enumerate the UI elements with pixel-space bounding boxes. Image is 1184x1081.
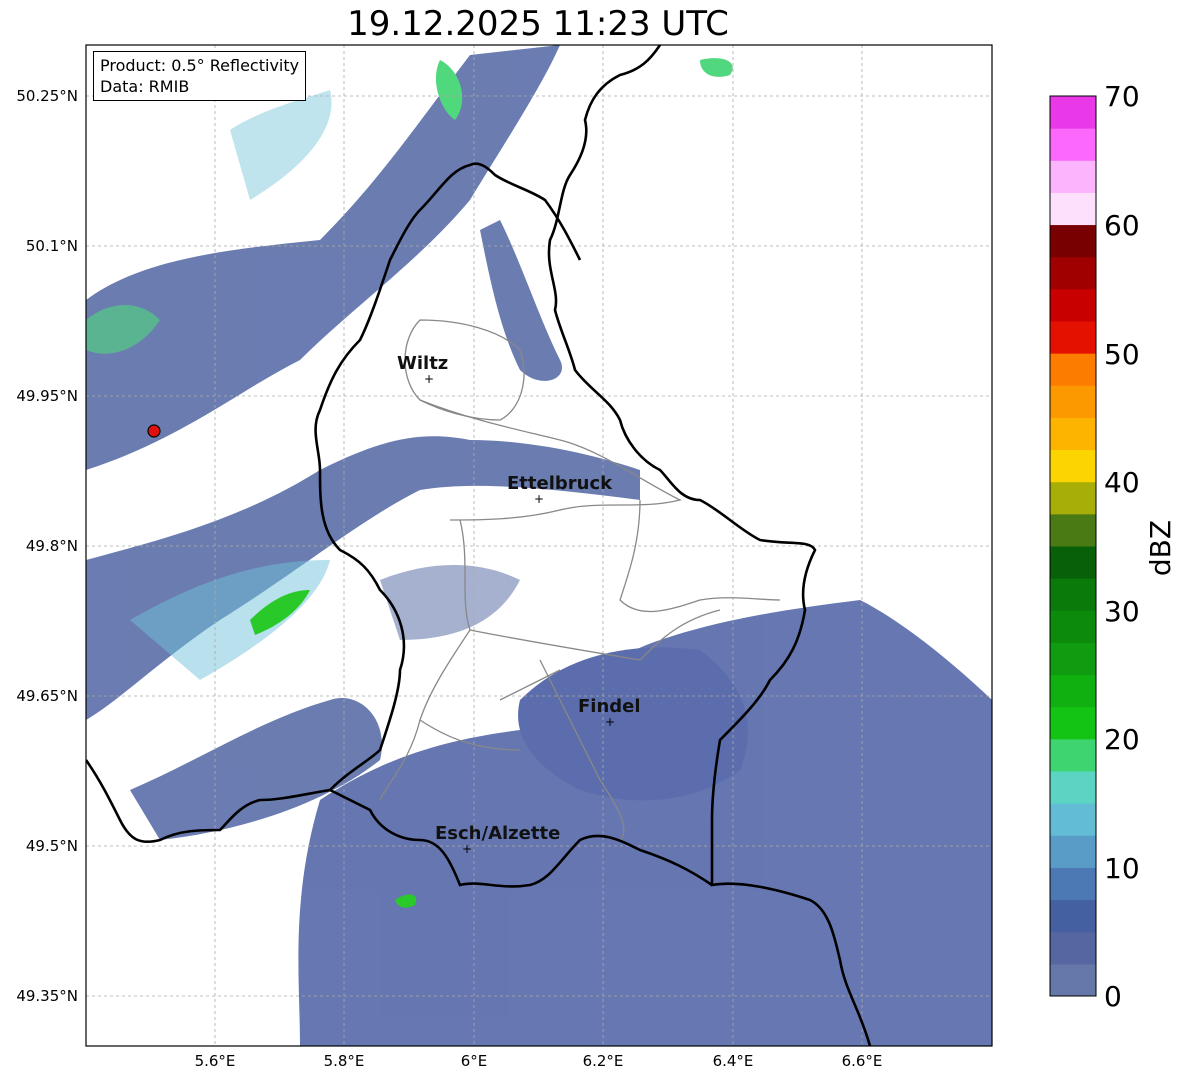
colorbar-tick-label: 0 bbox=[1104, 980, 1122, 1013]
colorbar-segment bbox=[1050, 835, 1096, 868]
colorbar: 0 10 20 30 40 50 60 70 dBZ bbox=[1049, 80, 1177, 1013]
colorbar-segment bbox=[1050, 738, 1096, 772]
colorbar-segment bbox=[1050, 96, 1096, 129]
colorbar-tick-label: 20 bbox=[1104, 723, 1140, 756]
colorbar-segment bbox=[1050, 128, 1096, 161]
colorbar-tick-label: 30 bbox=[1104, 595, 1140, 628]
colorbar-segment bbox=[1050, 546, 1096, 579]
colorbar-segment bbox=[1050, 642, 1096, 676]
colorbar-segment bbox=[1050, 224, 1096, 258]
colorbar-segment bbox=[1050, 803, 1096, 836]
colorbar-segment bbox=[1050, 385, 1096, 418]
colorbar-segment bbox=[1050, 513, 1096, 547]
colorbar-segments bbox=[1050, 96, 1096, 997]
colorbar-segment bbox=[1050, 288, 1096, 322]
colorbar-unit-label: dBZ bbox=[1144, 520, 1177, 576]
colorbar-segment bbox=[1050, 899, 1096, 933]
colorbar-segment bbox=[1050, 771, 1096, 804]
colorbar-segment bbox=[1050, 706, 1096, 740]
colorbar-tick-label: 50 bbox=[1104, 338, 1140, 371]
colorbar-ticks: 0 10 20 30 40 50 60 70 bbox=[1104, 80, 1140, 1013]
colorbar-tick-label: 40 bbox=[1104, 466, 1140, 499]
colorbar-segment bbox=[1050, 931, 1096, 965]
colorbar-segment bbox=[1050, 321, 1096, 354]
colorbar-tick-label: 70 bbox=[1104, 80, 1140, 113]
colorbar-segment bbox=[1050, 610, 1096, 643]
colorbar-tick-label: 60 bbox=[1104, 209, 1140, 242]
colorbar-segment bbox=[1050, 160, 1096, 193]
colorbar-segment bbox=[1050, 867, 1096, 901]
colorbar-segment bbox=[1050, 192, 1096, 226]
colorbar-segment bbox=[1050, 256, 1096, 290]
colorbar-segment bbox=[1050, 481, 1096, 515]
colorbar-tick-label: 10 bbox=[1104, 852, 1140, 885]
colorbar-segment bbox=[1050, 449, 1096, 483]
colorbar-segment bbox=[1050, 674, 1096, 708]
colorbar-segment bbox=[1050, 417, 1096, 451]
colorbar-segment bbox=[1050, 578, 1096, 611]
colorbar-segment bbox=[1050, 353, 1096, 386]
colorbar-segment bbox=[1050, 963, 1096, 997]
